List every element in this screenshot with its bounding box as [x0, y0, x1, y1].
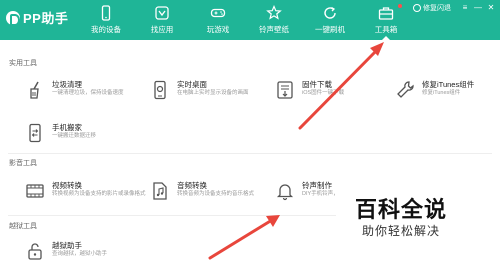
minimize-button[interactable]: — [473, 3, 483, 13]
tool-name: 实时桌面 [177, 80, 207, 89]
tool-desc: 转换视频为设备支持的影片或录像格式 [52, 191, 146, 197]
tool-audio-convert[interactable]: 音频转换 转换音频为设备支持的音乐格式 [150, 179, 280, 209]
nav-label: 一键刷机 [315, 25, 345, 34]
nav-label: 铃声壁纸 [259, 25, 289, 34]
broom-icon [25, 80, 45, 100]
tool-desc: 一键搬迁数据迁移 [52, 133, 97, 139]
screen-icon [150, 80, 170, 100]
app-logo: PP助手 [6, 8, 68, 27]
tool-name: 铃声制作 [302, 181, 332, 190]
tool-repair-itunes[interactable]: 修复iTunes组件 修复iTunes组件 [395, 78, 500, 108]
nav-label: 找应用 [150, 25, 174, 34]
tool-name: 音频转换 [177, 181, 207, 190]
firmware-icon [275, 80, 295, 100]
tool-phone-mover[interactable]: 手机搬家 一键搬迁数据迁移 [25, 121, 155, 151]
tool-name: 视频转换 [52, 181, 82, 190]
tool-desc: 查询越狱，越狱小助手 [52, 251, 108, 257]
tool-desc: iOS固件一键下载 [302, 90, 345, 96]
section-divider [8, 153, 492, 154]
tool-video-convert[interactable]: 视频转换 转换视频为设备支持的影片或录像格式 [25, 179, 155, 209]
nav-label: 工具箱 [374, 25, 398, 34]
window-controls: 修复闪退 ≡ — ✕ [413, 3, 496, 13]
music-file-icon [150, 181, 170, 201]
nav-play-games[interactable]: 玩游戏 [190, 0, 246, 40]
tool-desc: 一键清理垃圾，保持设备速度 [52, 90, 124, 96]
repair-icon [413, 4, 421, 12]
menu-button[interactable]: ≡ [460, 3, 470, 13]
refresh-icon [322, 5, 338, 21]
pp-logo-icon [6, 10, 20, 26]
nav-label: 玩游戏 [206, 25, 230, 34]
nav-label: 我的设备 [91, 25, 121, 34]
ringtone-wallpaper-icon [266, 5, 282, 21]
phone-icon [98, 5, 114, 21]
nav-one-click-flash[interactable]: 一键刷机 [302, 0, 358, 40]
watermark-subtitle: 助你轻松解决 [361, 224, 440, 238]
tool-name: 越狱助手 [52, 241, 82, 250]
tool-live-desktop[interactable]: 实时桌面 在电脑上实时显示设备的画面 [150, 78, 280, 108]
nav-find-apps[interactable]: 找应用 [134, 0, 190, 40]
tool-desc: 转换音频为设备支持的音乐格式 [177, 191, 255, 197]
watermark-title: 百科全说 [354, 197, 447, 222]
main-nav: 我的设备 找应用 玩游戏 铃声壁纸 一键刷机 工具箱 [78, 0, 414, 40]
tool-jailbreak-helper[interactable]: 越狱助手 查询越狱，越狱小助手 [25, 239, 155, 268]
tool-name: 固件下载 [302, 80, 332, 89]
section-practical-tools: 实用工具 [9, 60, 37, 67]
repair-crash-link[interactable]: 修复闪退 [413, 3, 451, 13]
nav-ringtone-wallpaper[interactable]: 铃声壁纸 [246, 0, 302, 40]
close-button[interactable]: ✕ [486, 3, 496, 13]
phone-transfer-icon [25, 123, 45, 143]
tool-firmware-download[interactable]: 固件下载 iOS固件一键下载 [275, 78, 405, 108]
notification-dot [398, 4, 402, 8]
repair-label: 修复闪退 [423, 5, 451, 12]
tool-name: 垃圾清理 [52, 80, 82, 89]
tool-name: 修复iTunes组件 [422, 80, 475, 89]
bell-icon [275, 181, 295, 201]
tool-desc: 修复iTunes组件 [422, 90, 461, 96]
watermark: 百科全说 助你轻松解决 [336, 192, 496, 250]
nav-toolbox[interactable]: 工具箱 [358, 0, 414, 40]
tool-desc: 在电脑上实时显示设备的画面 [177, 90, 249, 96]
unlock-icon [25, 241, 45, 261]
nav-my-device[interactable]: 我的设备 [78, 0, 134, 40]
app-name: PP助手 [23, 11, 69, 26]
wrench-icon [395, 80, 415, 100]
gamepad-icon [210, 5, 226, 21]
section-media-tools: 影音工具 [9, 160, 37, 167]
toolbox-icon [378, 5, 394, 21]
top-bar: PP助手 我的设备 找应用 玩游戏 铃声壁纸 一键刷机 工具箱 修复闪退 ≡ —… [0, 0, 500, 40]
film-icon [25, 181, 45, 201]
app-store-icon [154, 5, 170, 21]
tool-junk-cleanup[interactable]: 垃圾清理 一键清理垃圾，保持设备速度 [25, 78, 155, 108]
tool-name: 手机搬家 [52, 123, 82, 132]
section-jailbreak-tools: 越狱工具 [9, 223, 37, 230]
